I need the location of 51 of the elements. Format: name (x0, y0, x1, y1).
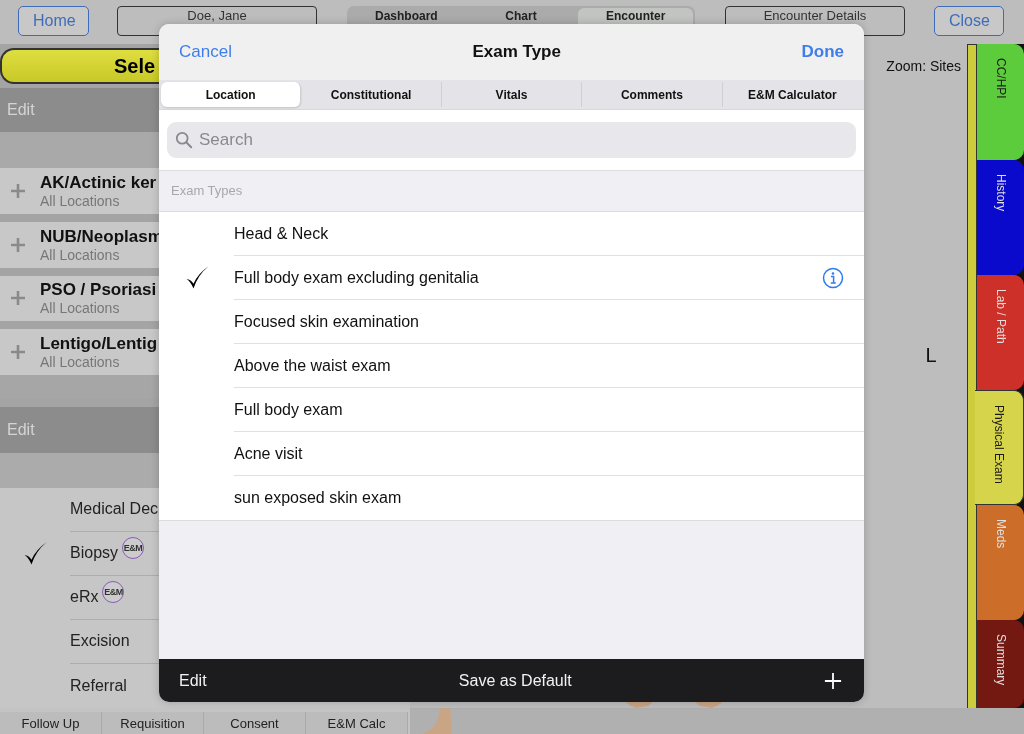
search-icon (175, 131, 193, 149)
search-field[interactable]: Search (167, 122, 856, 158)
diagnosis-name: AK/Actinic ker (40, 172, 157, 193)
section-tab[interactable]: History (977, 160, 1024, 275)
em-badge: E&M (102, 581, 125, 604)
plus-icon (10, 236, 26, 253)
diagnosis-name: NUB/Neoplasm (40, 226, 163, 247)
exam-type-item[interactable]: Focused skin examination (234, 312, 419, 331)
procedure-item[interactable]: Referral (70, 676, 127, 695)
side-label: L (925, 344, 937, 367)
diagnosis-location: All Locations (40, 246, 121, 263)
exam-tab[interactable]: Location (161, 82, 302, 107)
bottom-tab[interactable]: Follow Up (0, 712, 102, 734)
view-tab[interactable]: Chart (463, 8, 579, 34)
zoom-label: Zoom: Sites (886, 58, 962, 74)
procedure-item[interactable]: eRx (70, 588, 99, 607)
diagnosis-name: PSO / Psoriasi (40, 280, 157, 301)
plus-icon (10, 290, 26, 307)
bottom-tab[interactable]: Requisition (102, 712, 204, 734)
exam-type-item[interactable]: Full body exam (234, 400, 343, 419)
section-tab[interactable]: Lab / Path (977, 275, 1024, 390)
dialog-title: Exam Type (472, 42, 561, 62)
edit-button[interactable]: Edit (179, 671, 207, 690)
exam-tab[interactable]: Vitals (441, 82, 583, 107)
diagnosis-location: All Locations (40, 354, 121, 371)
procedure-item[interactable]: Excision (70, 632, 130, 651)
bottom-tab[interactable]: E&M Calc (306, 712, 408, 734)
diagnosis-location: All Locations (40, 192, 121, 209)
section-tab[interactable]: Physical Exam (975, 390, 1024, 505)
save-as-default-button[interactable]: Save as Default (458, 671, 572, 690)
plus-icon (10, 344, 26, 361)
em-badge: E&M (122, 537, 145, 560)
section-tab[interactable]: Summary (977, 620, 1024, 708)
add-icon[interactable] (824, 671, 842, 690)
exam-tab[interactable]: E&M Calculator (722, 82, 863, 107)
procedure-item[interactable]: Biopsy (70, 544, 119, 563)
exam-type-item[interactable]: Full body exam excluding genitalia (234, 268, 479, 287)
procedure-item[interactable]: Medical Dec (70, 500, 159, 519)
exam-tab[interactable]: Comments (582, 82, 723, 107)
exam-tab[interactable]: Constitutional (301, 82, 442, 107)
view-tab[interactable]: Dashboard (349, 8, 464, 34)
diagnosis-location: All Locations (40, 300, 121, 317)
exam-type-item[interactable]: Acne visit (234, 444, 303, 463)
exam-type-item[interactable]: Head & Neck (234, 224, 329, 243)
plus-icon (10, 182, 26, 199)
section-tab[interactable]: CC/HPI (977, 44, 1024, 160)
diagnosis-name: Lentigo/Lentig (40, 334, 158, 355)
info-icon[interactable] (822, 266, 844, 289)
exam-type-item[interactable]: sun exposed skin exam (234, 489, 402, 507)
bottom-tab[interactable]: Consent (204, 712, 306, 734)
exam-type-item[interactable]: Above the waist exam (234, 356, 391, 375)
